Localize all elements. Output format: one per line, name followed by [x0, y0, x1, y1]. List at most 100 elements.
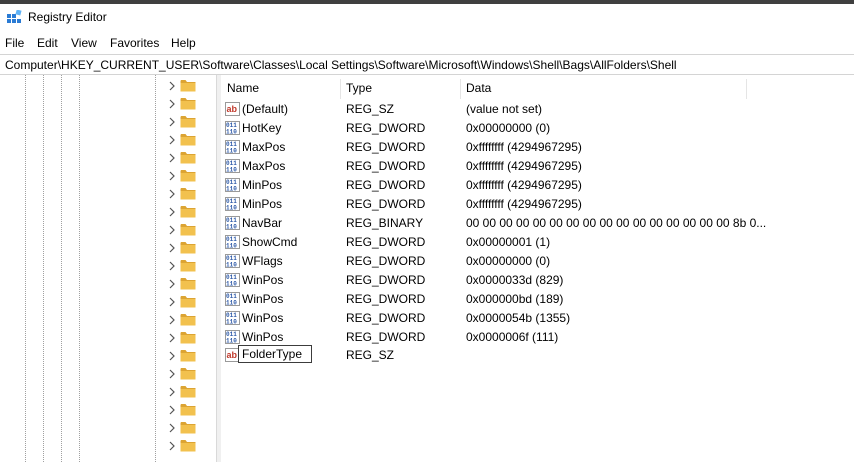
value-data: 00 00 00 00 00 00 00 00 00 00 00 00 00 0… — [466, 216, 767, 230]
value-row[interactable]: 011 110 WFlags REG_DWORD 0x00000000 (0) — [221, 252, 854, 271]
binary-value-icon: 011110 — [225, 197, 240, 211]
value-row[interactable]: 011 110 HotKey REG_DWORD 0x00000000 (0) — [221, 119, 854, 138]
chevron-right-icon[interactable] — [167, 278, 177, 290]
chevron-right-icon[interactable] — [167, 242, 177, 254]
address-path[interactable]: Computer\HKEY_CURRENT_USER\Software\Clas… — [5, 58, 677, 72]
tree-folder-node[interactable] — [164, 383, 214, 401]
tree-folder-node[interactable] — [164, 257, 214, 275]
tree-folder-node[interactable] — [164, 311, 214, 329]
tree-folder-node[interactable] — [164, 365, 214, 383]
tree-folder-node[interactable] — [164, 95, 214, 113]
binary-value-icon: 011110 — [225, 216, 240, 230]
chevron-right-icon[interactable] — [167, 98, 177, 110]
chevron-right-icon[interactable] — [167, 224, 177, 236]
column-header-type[interactable]: Type — [340, 75, 460, 99]
folder-icon — [180, 404, 196, 416]
value-row[interactable]: 011 110 WinPos REG_DWORD 0x0000033d (829) — [221, 271, 854, 290]
chevron-right-icon[interactable] — [167, 206, 177, 218]
tree-folder-node[interactable] — [164, 77, 214, 95]
tree-folder-node[interactable] — [164, 293, 214, 311]
chevron-right-icon[interactable] — [167, 296, 177, 308]
chevron-right-icon[interactable] — [167, 422, 177, 434]
chevron-right-icon[interactable] — [167, 332, 177, 344]
value-name: WinPos — [242, 273, 284, 287]
chevron-right-icon[interactable] — [167, 188, 177, 200]
chevron-right-icon[interactable] — [167, 386, 177, 398]
chevron-right-icon[interactable] — [167, 314, 177, 326]
chevron-right-icon[interactable] — [167, 368, 177, 380]
tree-folder-node[interactable] — [164, 401, 214, 419]
value-row[interactable]: 011 110 MaxPos REG_DWORD 0xffffffff (4294967… — [221, 157, 854, 176]
menu-file[interactable]: File — [5, 36, 24, 50]
value-row-renaming[interactable]: ab REG_SZ — [221, 345, 854, 365]
binary-value-icon: 011110 — [225, 178, 240, 192]
menu-favorites[interactable]: Favorites — [110, 36, 159, 50]
folder-icon — [180, 296, 196, 308]
tree-folder-node[interactable] — [164, 437, 214, 455]
svg-text:110: 110 — [226, 186, 237, 193]
chevron-right-icon[interactable] — [167, 152, 177, 164]
value-row[interactable]: 011 110 WinPos REG_DWORD 0x0000054b (1355) — [221, 309, 854, 328]
chevron-right-icon[interactable] — [167, 170, 177, 182]
binary-value-icon: 011110 — [225, 311, 240, 325]
key-tree-pane[interactable] — [0, 75, 216, 462]
value-name: WinPos — [242, 311, 284, 325]
folder-icon — [180, 242, 196, 254]
chevron-right-icon[interactable] — [167, 116, 177, 128]
tree-folder-node[interactable] — [164, 149, 214, 167]
value-row[interactable]: 011 110 MinPos REG_DWORD 0xffffffff (4294967… — [221, 176, 854, 195]
menu-edit[interactable]: Edit — [37, 36, 58, 50]
svg-text:110: 110 — [226, 148, 237, 155]
binary-value-icon: 011110 — [225, 292, 240, 306]
value-name: (Default) — [242, 102, 289, 116]
chevron-right-icon[interactable] — [167, 134, 177, 146]
address-bar[interactable]: Computer\HKEY_CURRENT_USER\Software\Clas… — [0, 54, 854, 75]
folder-icon — [180, 80, 196, 92]
svg-text:110: 110 — [226, 205, 237, 212]
menu-view[interactable]: View — [71, 36, 97, 50]
value-row[interactable]: 011 110 MinPos REG_DWORD 0xffffffff (4294967… — [221, 195, 854, 214]
value-row[interactable]: 011 110 WinPos REG_DWORD 0x000000bd (189) — [221, 290, 854, 309]
tree-folder-node[interactable] — [164, 167, 214, 185]
folder-icon — [180, 152, 196, 164]
tree-folder-node[interactable] — [164, 329, 214, 347]
value-data: 0x00000000 (0) — [466, 121, 551, 135]
value-data: 0x00000001 (1) — [466, 235, 551, 249]
tree-folder-node[interactable] — [164, 239, 214, 257]
svg-text:110: 110 — [226, 243, 237, 250]
tree-folder-node[interactable] — [164, 113, 214, 131]
tree-folder-node[interactable] — [164, 221, 214, 239]
chevron-right-icon[interactable] — [167, 440, 177, 452]
value-row[interactable]: 011 110 MaxPos REG_DWORD 0xffffffff (4294967… — [221, 138, 854, 157]
chevron-right-icon[interactable] — [167, 260, 177, 272]
column-header-name-label: Name — [227, 81, 260, 95]
column-header-name[interactable]: Name — [221, 75, 340, 99]
tree-folder-node[interactable] — [164, 203, 214, 221]
binary-value-icon: 011110 — [225, 330, 240, 344]
value-type: REG_DWORD — [346, 178, 426, 192]
chevron-right-icon[interactable] — [167, 404, 177, 416]
value-row[interactable]: ab (Default) REG_SZ (value not set) — [221, 100, 854, 119]
tree-folder-node[interactable] — [164, 185, 214, 203]
tree-folder-node[interactable] — [164, 275, 214, 293]
menu-help[interactable]: Help — [171, 36, 196, 50]
tree-folder-node[interactable] — [164, 419, 214, 437]
value-data: 0x0000054b (1355) — [466, 311, 571, 325]
folder-icon — [180, 278, 196, 290]
tree-folder-node[interactable] — [164, 131, 214, 149]
column-header-data[interactable]: Data — [460, 75, 746, 99]
value-row[interactable]: 011 110 ShowCmd REG_DWORD 0x00000001 (1) — [221, 233, 854, 252]
chevron-right-icon[interactable] — [167, 350, 177, 362]
column-header-type-label: Type — [346, 81, 373, 95]
rename-input[interactable] — [238, 345, 312, 363]
chevron-right-icon[interactable] — [167, 80, 177, 92]
svg-text:110: 110 — [226, 300, 237, 307]
value-data: 0x0000033d (829) — [466, 273, 564, 287]
tree-guide-line — [61, 75, 62, 462]
tree-folder-node[interactable] — [164, 347, 214, 365]
column-divider[interactable] — [746, 79, 747, 99]
value-row[interactable]: 011 110 WinPos REG_DWORD 0x0000006f (111) — [221, 328, 854, 347]
title-bar: Registry Editor — [0, 4, 854, 30]
binary-value-icon: 011110 — [225, 254, 240, 268]
value-row[interactable]: 011 110 NavBar REG_BINARY 00 00 00 00 00 00 … — [221, 214, 854, 233]
